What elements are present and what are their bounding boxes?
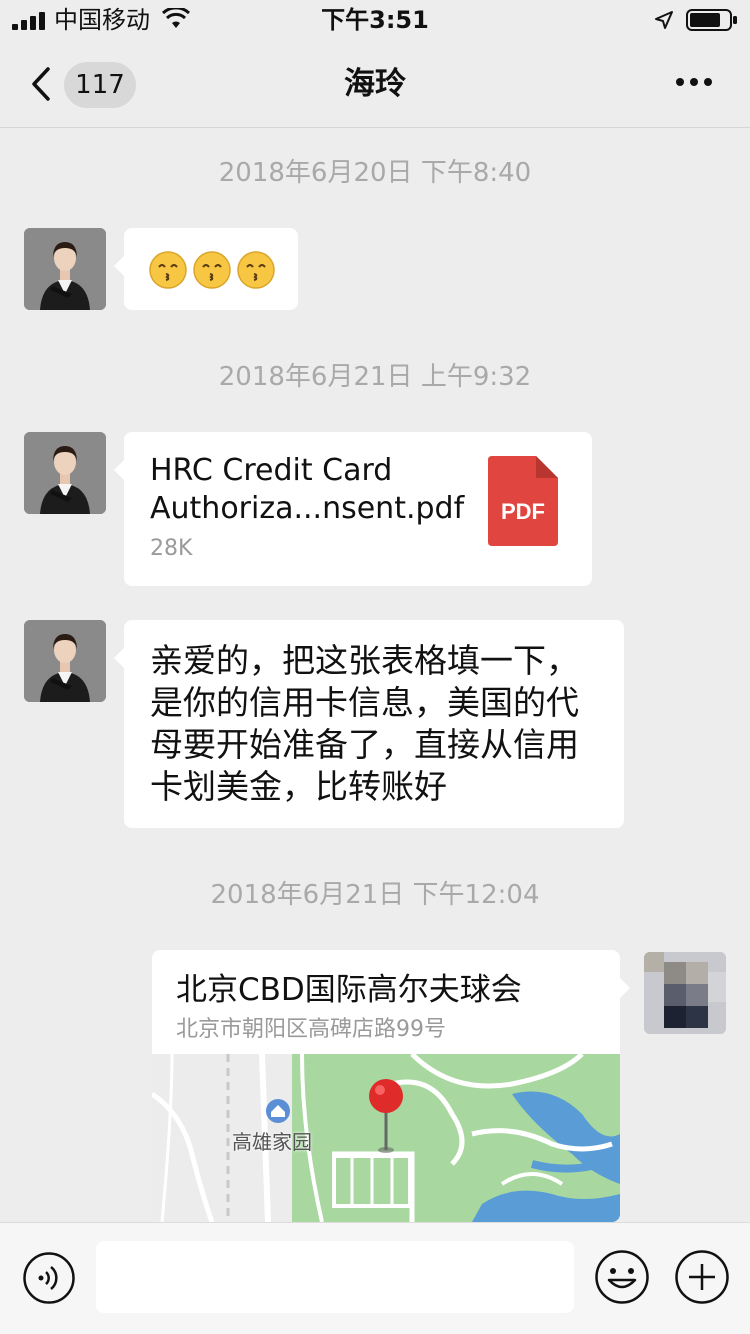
status-bar: 中国移动 下午3:51 (0, 0, 750, 40)
file-size: 28K (150, 536, 193, 561)
location-address: 北京市朝阳区高碑店路99号 (176, 1017, 446, 1042)
emoji-row (148, 250, 276, 290)
timestamp: 2018年6月21日 下午12:04 (210, 880, 540, 910)
text-message-bubble[interactable]: 亲爱的，把这张表格填一下，是你的信用卡信息，美国的代母要开始准备了，直接从信用卡… (114, 620, 624, 828)
chat-header: 117 海玲 (0, 40, 750, 128)
emoji-message-bubble[interactable] (114, 228, 298, 310)
location-arrow-icon (655, 11, 673, 29)
bubble-tail (620, 978, 630, 998)
pdf-label: PDF (501, 499, 545, 524)
kissing-face-icon (193, 251, 231, 289)
battery-icon (686, 9, 737, 31)
status-time: 下午3:51 (321, 6, 429, 34)
more-options-icon[interactable] (674, 76, 714, 88)
contact-avatar[interactable] (24, 228, 106, 310)
pdf-file-icon: PDF (488, 456, 558, 546)
add-more-icon[interactable] (674, 1249, 730, 1305)
timestamp: 2018年6月21日 上午9:32 (218, 362, 532, 392)
my-avatar[interactable] (644, 952, 726, 1034)
message-input[interactable] (96, 1241, 574, 1313)
contact-avatar[interactable] (24, 432, 106, 514)
voice-input-icon[interactable] (22, 1251, 76, 1305)
kissing-face-icon (149, 251, 187, 289)
map-pin-icon (369, 1079, 403, 1153)
contact-avatar[interactable] (24, 620, 106, 702)
location-name: 北京CBD国际高尔夫球会 (176, 972, 522, 1008)
chat-input-bar (0, 1222, 750, 1334)
message-text: 亲爱的，把这张表格填一下，是你的信用卡信息，美国的代母要开始准备了，直接从信用卡… (150, 641, 579, 806)
file-name: HRC Credit Card Authoriza...nsent.pdf (150, 453, 465, 526)
timestamp: 2018年6月20日 下午8:40 (218, 158, 532, 188)
map-place-label: 高雄家园 (232, 1130, 312, 1154)
chat-title: 海玲 (344, 66, 406, 102)
location-message-card[interactable]: 北京CBD国际高尔夫球会 北京市朝阳区高碑店路99号 高雄家园 (152, 950, 620, 1222)
kissing-face-icon (237, 251, 275, 289)
file-message-bubble[interactable]: HRC Credit Card Authoriza...nsent.pdf 28… (114, 432, 592, 586)
emoji-picker-icon[interactable] (594, 1249, 650, 1305)
